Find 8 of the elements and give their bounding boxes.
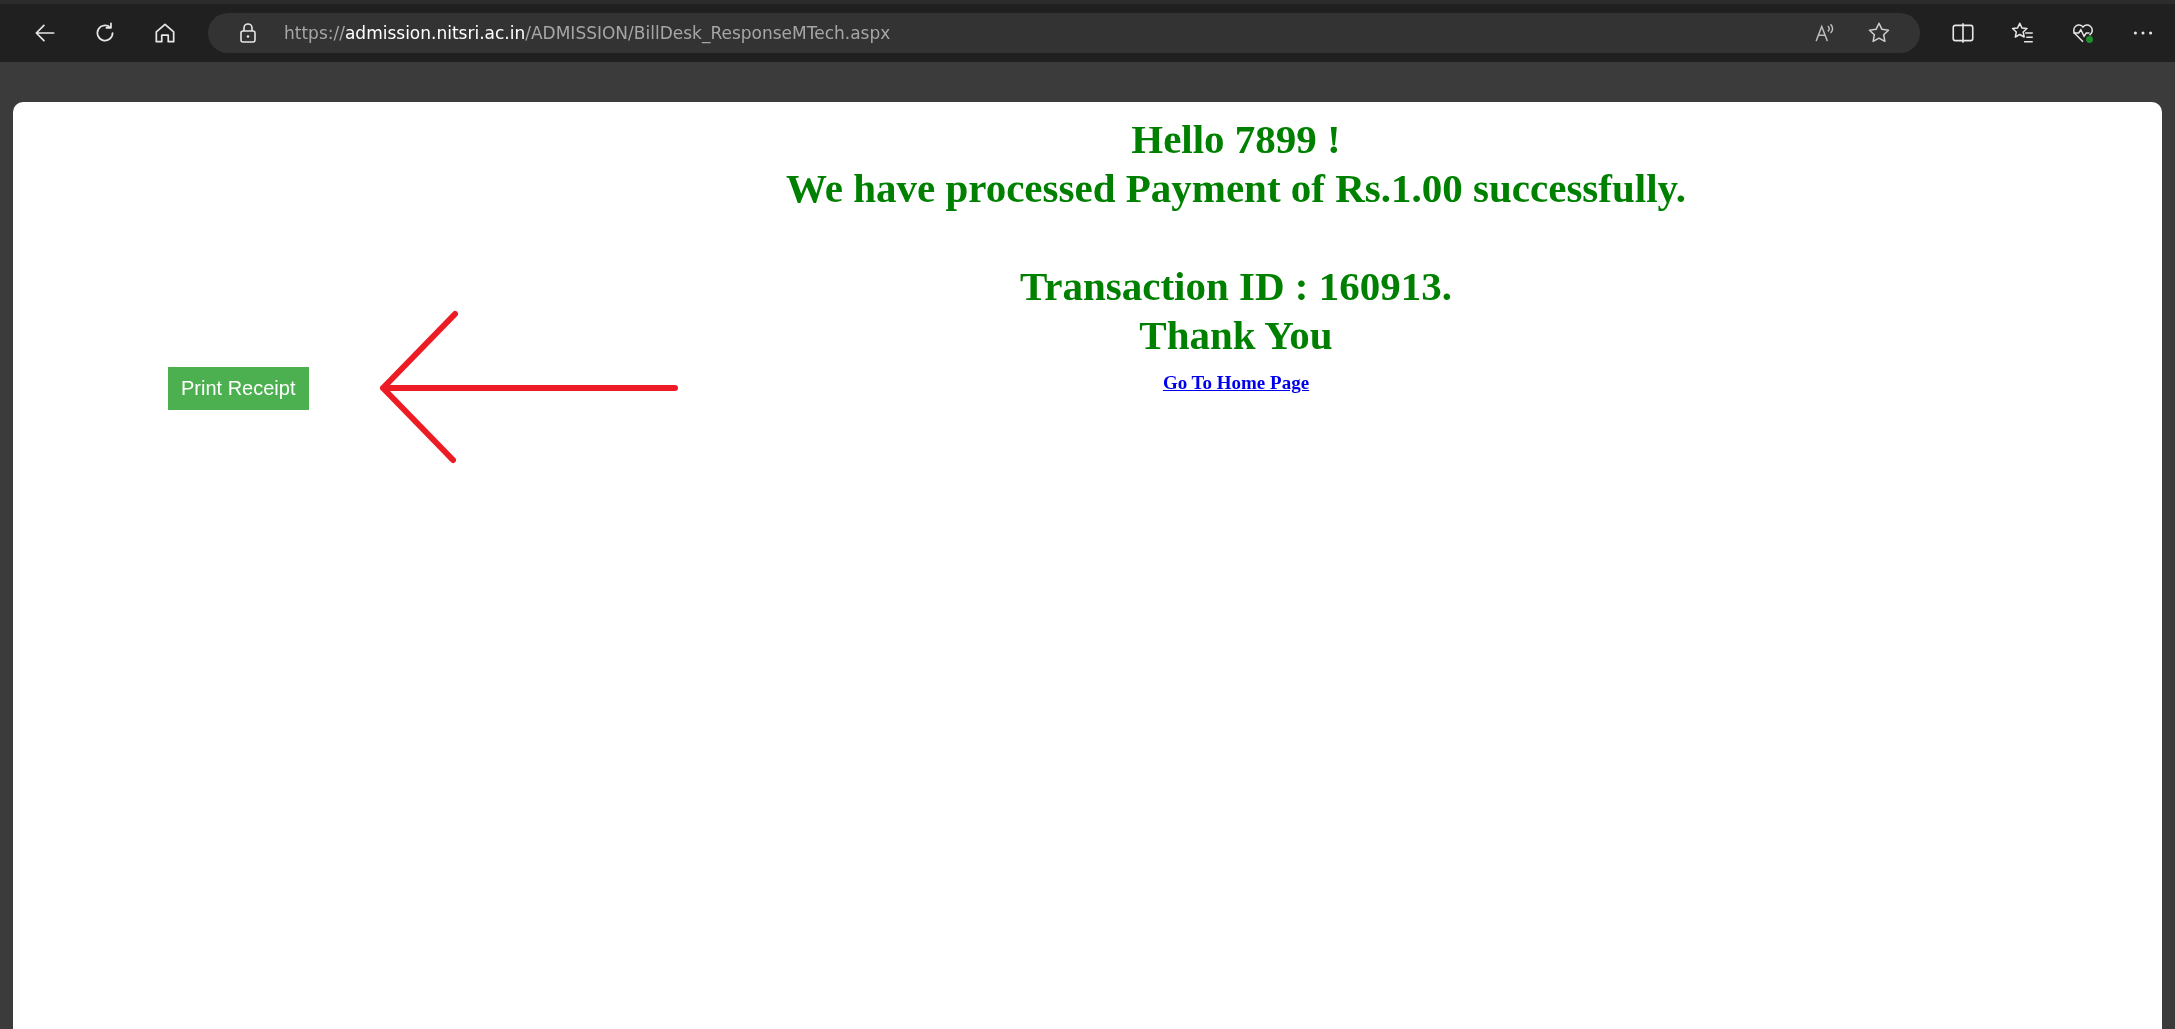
url-text: https://admission.nitsri.ac.in/ADMISSION/BillDesk_ResponseMTech.aspx — [284, 23, 891, 43]
payment-message: We have processed Payment of Rs.1.00 successfully. — [785, 164, 1687, 213]
address-bar[interactable]: https://admission.nitsri.ac.in/ADMISSION/BillDesk_ResponseMTech.aspx — [208, 13, 1920, 53]
home-page-link[interactable]: Go To Home Page — [1162, 372, 1310, 394]
greeting-text: Hello 7899 ! — [1131, 115, 1341, 164]
split-screen-icon[interactable] — [1950, 20, 1976, 46]
transaction-id: Transaction ID : 160913. — [1020, 262, 1452, 311]
thank-you-text: Thank You — [1139, 311, 1333, 360]
